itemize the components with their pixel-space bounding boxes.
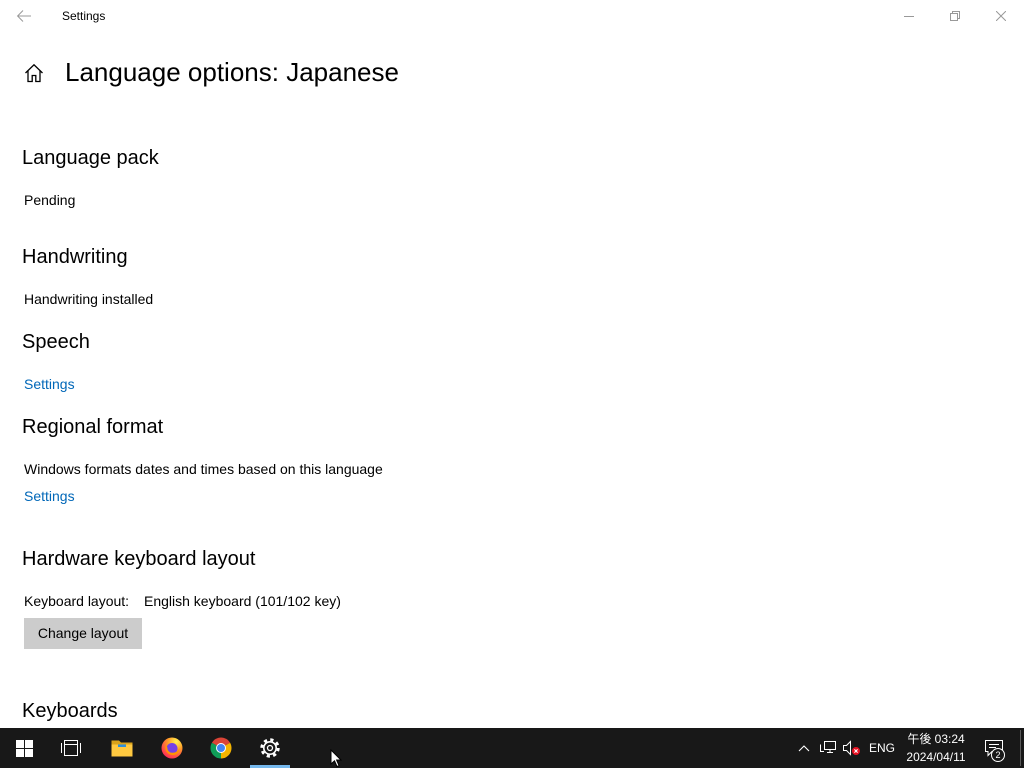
file-explorer-button[interactable] bbox=[98, 728, 146, 768]
action-center-button[interactable]: 2 bbox=[974, 728, 1014, 768]
settings-taskbar-button[interactable] bbox=[246, 728, 294, 768]
restore-icon bbox=[950, 11, 960, 21]
task-view-icon bbox=[61, 740, 81, 756]
speech-heading: Speech bbox=[22, 331, 90, 353]
language-pack-heading: Language pack bbox=[22, 147, 159, 169]
show-desktop-divider bbox=[1019, 730, 1021, 766]
window-title: Settings bbox=[62, 9, 106, 23]
volume-muted-icon bbox=[843, 740, 860, 756]
handwriting-heading: Handwriting bbox=[22, 246, 128, 268]
mouse-pointer-icon bbox=[330, 749, 343, 768]
keyboard-layout-label: Keyboard layout: bbox=[24, 593, 130, 609]
handwriting-status: Handwriting installed bbox=[24, 291, 154, 307]
network-button[interactable] bbox=[816, 728, 840, 768]
folder-icon bbox=[111, 740, 133, 757]
chrome-button[interactable] bbox=[197, 728, 245, 768]
minimize-button[interactable] bbox=[886, 0, 932, 32]
show-hidden-icons-button[interactable] bbox=[792, 728, 816, 768]
taskbar: ENG 午後 03:24 2024/04/11 2 bbox=[0, 728, 1024, 768]
home-button[interactable] bbox=[14, 53, 54, 93]
task-view-button[interactable] bbox=[48, 728, 94, 768]
keyboard-layout-value: English keyboard (101/102 key) bbox=[144, 593, 341, 609]
firefox-button[interactable] bbox=[148, 728, 196, 768]
change-layout-button[interactable]: Change layout bbox=[24, 618, 142, 649]
close-button[interactable] bbox=[978, 0, 1024, 32]
clock[interactable]: 午後 03:24 2024/04/11 bbox=[900, 728, 972, 768]
home-icon bbox=[25, 63, 43, 83]
regional-format-description: Windows formats dates and times based on… bbox=[24, 461, 383, 477]
chevron-up-icon bbox=[798, 745, 810, 752]
back-button[interactable] bbox=[0, 0, 48, 32]
minimize-icon bbox=[904, 16, 914, 17]
firefox-icon bbox=[161, 737, 183, 759]
language-pack-status: Pending bbox=[24, 192, 76, 208]
hardware-keyboard-layout-heading: Hardware keyboard layout bbox=[22, 548, 256, 570]
show-desktop-button[interactable] bbox=[1016, 728, 1024, 768]
keyboards-heading: Keyboards bbox=[22, 700, 118, 722]
input-language-indicator[interactable]: ENG bbox=[866, 728, 898, 768]
speech-settings-link[interactable]: Settings bbox=[24, 374, 75, 394]
clock-date: 2024/04/11 bbox=[906, 750, 966, 764]
settings-window: Settings Language options: Japanese Lang… bbox=[0, 0, 1024, 768]
start-button[interactable] bbox=[0, 728, 48, 768]
chrome-icon bbox=[210, 737, 232, 759]
back-arrow-icon bbox=[16, 10, 31, 22]
regional-format-heading: Regional format bbox=[22, 416, 164, 438]
windows-logo-icon bbox=[15, 739, 33, 757]
notification-count-badge: 2 bbox=[991, 748, 1005, 762]
gear-icon bbox=[260, 738, 280, 758]
restore-button[interactable] bbox=[932, 0, 978, 32]
page-title: Language options: Japanese bbox=[65, 57, 399, 87]
regional-format-settings-link[interactable]: Settings bbox=[24, 486, 75, 506]
close-icon bbox=[996, 11, 1006, 21]
network-icon bbox=[820, 741, 836, 753]
clock-time: 午後 03:24 bbox=[907, 732, 965, 746]
volume-button[interactable] bbox=[840, 728, 864, 768]
